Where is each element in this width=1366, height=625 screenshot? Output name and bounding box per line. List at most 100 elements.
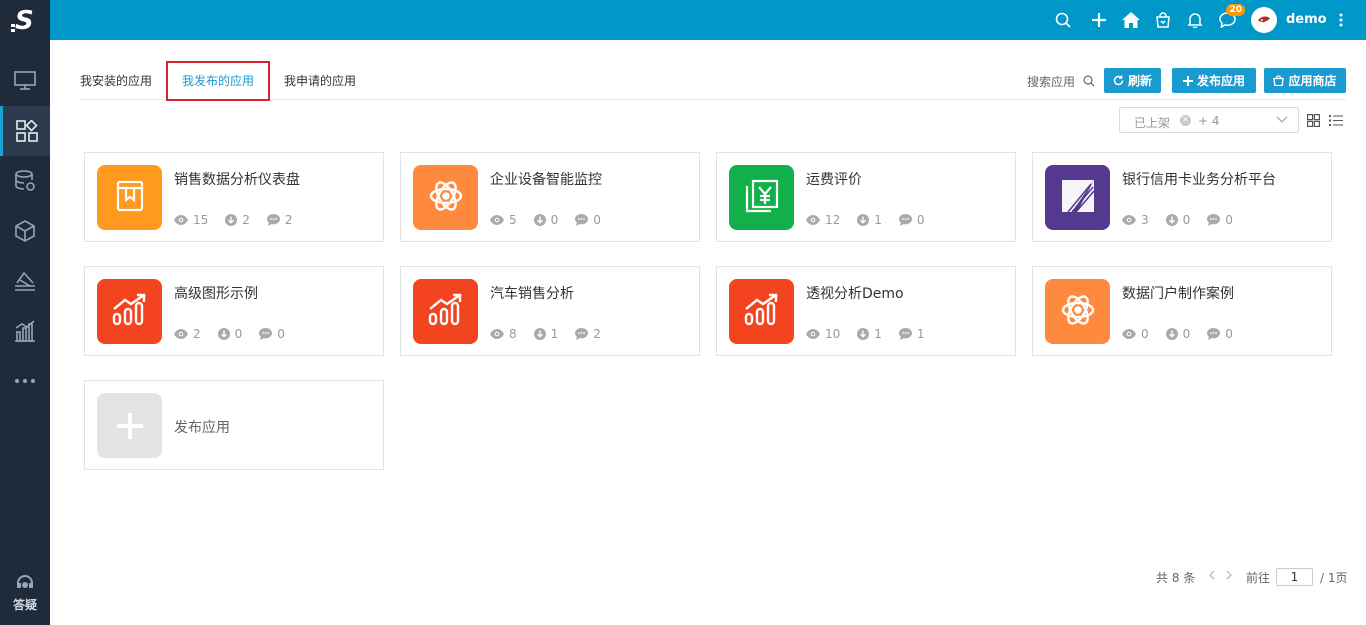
app-stats: 0 0 0 <box>1122 327 1250 341</box>
downloads-stat: 0 <box>533 213 559 227</box>
bell-icon <box>1187 13 1203 28</box>
sidebar-item-layers[interactable] <box>0 256 50 306</box>
app-card[interactable]: 汽车销售分析 8 1 2 <box>400 266 700 356</box>
app-card[interactable]: 运费评价 12 1 0 <box>716 152 1016 242</box>
app-title: 透视分析Demo <box>806 286 904 302</box>
app-card[interactable]: 透视分析Demo 10 1 1 <box>716 266 1016 356</box>
comments-count: 2 <box>284 213 293 227</box>
notification-button[interactable] <box>1183 8 1207 32</box>
comment-icon <box>1207 328 1221 340</box>
app-stats: 3 0 0 <box>1122 213 1250 227</box>
add-app-card[interactable]: 发布应用 <box>84 380 384 470</box>
comments-stat: 0 <box>898 213 925 227</box>
prev-page-button[interactable] <box>1208 569 1216 583</box>
views-count: 2 <box>193 327 201 341</box>
publish-app-button[interactable]: 发布应用 <box>1172 68 1256 93</box>
list-view-toggle[interactable] <box>1329 112 1343 131</box>
kebab-menu-icon <box>1339 13 1343 27</box>
comments-stat: 0 <box>1207 327 1233 341</box>
app-card[interactable]: 银行信用卡业务分析平台 3 0 0 <box>1032 152 1332 242</box>
comments-count: 0 <box>593 213 601 227</box>
grid-view-toggle[interactable] <box>1307 112 1321 131</box>
help-label: 答疑 <box>12 598 37 612</box>
filter-more-count: + 4 <box>1198 114 1220 128</box>
sidebar-item-chart[interactable] <box>0 306 50 356</box>
views-stat: 5 <box>490 213 517 227</box>
refresh-label: 刷新 <box>1127 74 1152 88</box>
comment-icon <box>898 214 912 226</box>
app-icon-box <box>729 279 794 344</box>
list-view-icon <box>1329 115 1343 126</box>
more-menu-button[interactable] <box>1329 8 1353 32</box>
app-stats: 8 1 2 <box>490 327 618 341</box>
sidebar: S 答疑 <box>0 0 50 625</box>
sidebar-item-apps[interactable] <box>0 106 50 156</box>
messages-button[interactable]: 20 <box>1215 4 1245 32</box>
store-button[interactable] <box>1151 8 1175 32</box>
add-app-label: 发布应用 <box>174 420 230 436</box>
downloads-count: 0 <box>550 213 559 227</box>
app-card[interactable]: 企业设备智能监控 5 0 0 <box>400 152 700 242</box>
comments-stat: 2 <box>575 327 601 341</box>
app-card[interactable]: 数据门户制作案例 0 0 0 <box>1032 266 1332 356</box>
app-icon-box <box>413 165 478 230</box>
downloads-stat: 2 <box>225 213 250 227</box>
next-page-button[interactable] <box>1225 569 1233 583</box>
eye-icon <box>1122 329 1136 339</box>
app-title: 银行信用卡业务分析平台 <box>1122 172 1276 188</box>
app-stats: 12 1 0 <box>806 213 942 227</box>
shopping-bag-icon <box>1273 75 1285 86</box>
home-button[interactable] <box>1119 8 1143 32</box>
download-icon <box>533 328 546 340</box>
add-app-icon-box <box>97 393 162 458</box>
app-card[interactable]: 销售数据分析仪表盘 15 2 2 <box>84 152 384 242</box>
search-icon <box>1083 75 1095 87</box>
sidebar-item-database[interactable] <box>0 156 50 206</box>
tab-applied[interactable]: 我申请的应用 <box>284 62 356 100</box>
search-button[interactable] <box>1051 8 1075 32</box>
views-count: 3 <box>1141 213 1149 227</box>
app-card[interactable]: 高级图形示例 2 0 0 <box>84 266 384 356</box>
downloads-count: 0 <box>234 327 243 341</box>
refresh-button[interactable]: 刷新 <box>1104 68 1161 93</box>
filter-tag: 已上架 <box>1134 116 1171 130</box>
username[interactable]: demo <box>1286 12 1327 27</box>
chevron-left-icon <box>1209 570 1215 580</box>
chevron-right-icon <box>1226 570 1232 580</box>
comments-stat: 2 <box>266 213 293 227</box>
downloads-stat: 0 <box>1165 327 1190 341</box>
app-logo[interactable]: S <box>0 0 50 40</box>
more-icon <box>15 379 35 383</box>
search-icon <box>1055 12 1071 28</box>
comment-icon <box>266 214 280 226</box>
views-count: 8 <box>509 327 517 341</box>
layers-icon <box>15 271 35 291</box>
comments-count: 1 <box>916 327 925 341</box>
downloads-count: 1 <box>874 327 882 341</box>
downloads-stat: 0 <box>217 327 243 341</box>
tab-published[interactable]: 我发布的应用 <box>166 61 271 101</box>
clear-tag-icon[interactable]: × <box>1180 115 1191 126</box>
status-filter-select[interactable]: 已上架 × + 4 <box>1119 107 1299 133</box>
help-button[interactable]: 答疑 <box>0 574 50 613</box>
page-number-input[interactable]: 1 <box>1276 568 1313 586</box>
comments-count: 0 <box>916 213 925 227</box>
app-icon-box <box>1045 279 1110 344</box>
tab-installed[interactable]: 我安装的应用 <box>80 62 152 100</box>
avatar[interactable] <box>1251 7 1277 33</box>
sidebar-item-more[interactable] <box>0 356 50 406</box>
sidebar-item-cube[interactable] <box>0 206 50 256</box>
app-icon-box <box>97 165 162 230</box>
search-apps[interactable]: 搜索应用 <box>1027 73 1095 90</box>
comments-stat: 0 <box>259 327 285 341</box>
comments-stat: 0 <box>575 213 601 227</box>
app-store-button[interactable]: 应用商店 <box>1264 68 1346 93</box>
sidebar-item-monitor[interactable] <box>0 56 50 106</box>
plus-icon <box>1182 75 1193 86</box>
home-icon <box>1122 12 1140 28</box>
add-button[interactable] <box>1087 8 1111 32</box>
database-settings-icon <box>15 170 35 191</box>
app-title: 企业设备智能监控 <box>490 172 602 188</box>
svg-text:S: S <box>15 7 34 33</box>
publish-app-label: 发布应用 <box>1196 74 1245 88</box>
